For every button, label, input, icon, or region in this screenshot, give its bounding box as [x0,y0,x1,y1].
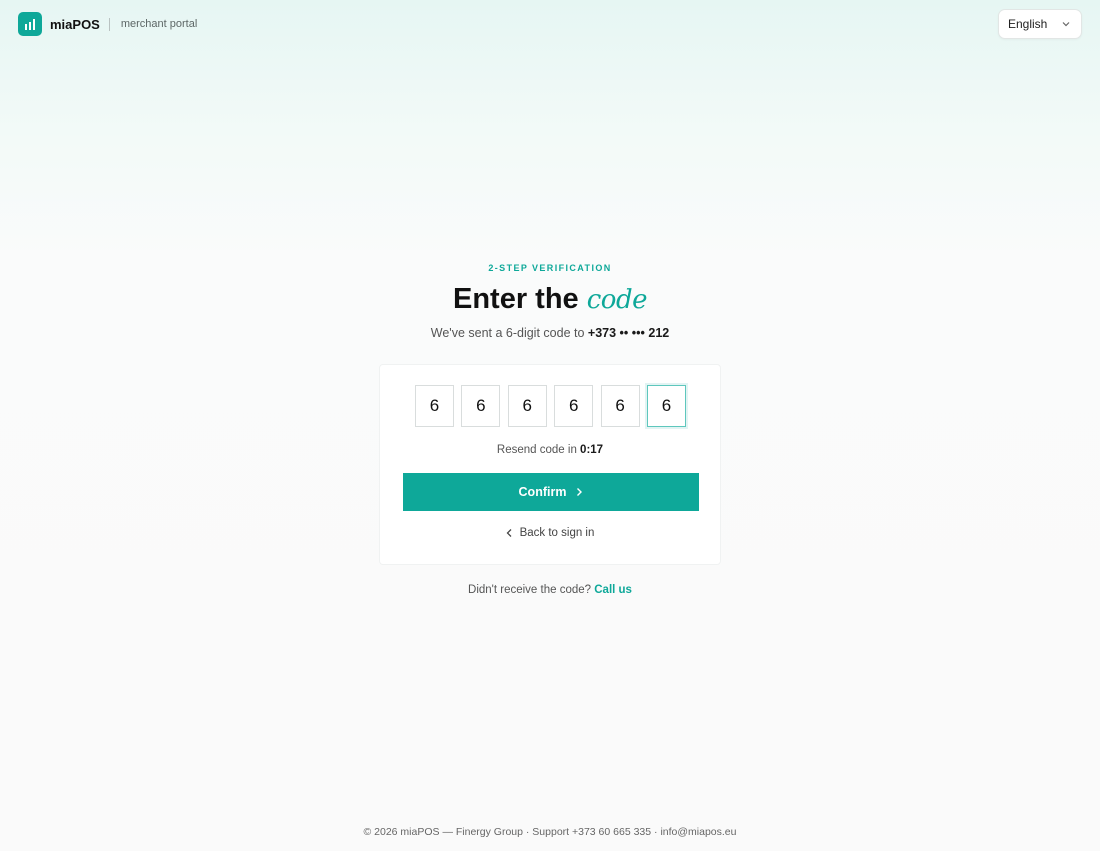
otp-input-group: 6 6 6 6 6 6 [415,385,686,427]
language-select[interactable]: English [998,9,1082,39]
resend-text: Resend code in [496,444,577,456]
confirm-button[interactable]: Confirm [403,473,699,511]
subtitle-text: We've sent a 6-digit code to [430,326,585,340]
help-prompt: Didn't receive the code? [468,584,592,596]
brand-divider [108,17,110,31]
page-subtitle: We've sent a 6-digit code to +373 •• •••… [0,326,1100,340]
page-title: Enter the code [0,283,1100,316]
otp-digit-5[interactable]: 6 [600,385,640,427]
page-title-accent: code [586,285,648,315]
chevron-right-icon [575,487,583,497]
otp-digit-4[interactable]: 6 [554,385,594,427]
otp-digit-3[interactable]: 6 [507,385,547,427]
chevron-down-icon [1061,18,1071,32]
verification-card: 6 6 6 6 6 6 Resend code in 0:17 Confirm … [379,364,721,565]
otp-digit-6[interactable]: 6 [646,385,686,427]
footer: © 2026 miaPOS — Finergy Group · Support … [363,826,737,838]
back-to-sign-in-link[interactable]: Back to sign in [380,527,720,539]
step-eyebrow: 2-STEP VERIFICATION [488,263,612,273]
brand-subtitle: merchant portal [120,18,198,30]
language-select-value: English [1008,17,1048,31]
masked-phone: +373 •• ••• 212 [587,326,670,340]
help-text: Didn't receive the code? Call us [0,584,1100,596]
brand[interactable]: miaPOS merchant portal [18,12,197,36]
otp-digit-1[interactable]: 6 [415,385,454,427]
otp-digit-2[interactable]: 6 [461,385,501,427]
chevron-left-icon [506,528,513,538]
resend-countdown: Resend code in 0:17 [380,444,720,456]
back-label: Back to sign in [519,527,595,539]
call-us-link[interactable]: Call us [594,584,632,596]
confirm-label: Confirm [518,485,567,499]
resend-timer: 0:17 [580,444,604,456]
page-title-main: Enter the [453,283,579,315]
brand-name: miaPOS [50,16,100,32]
top-bar: miaPOS merchant portal English [0,0,1100,50]
bar-chart-icon [18,12,42,36]
